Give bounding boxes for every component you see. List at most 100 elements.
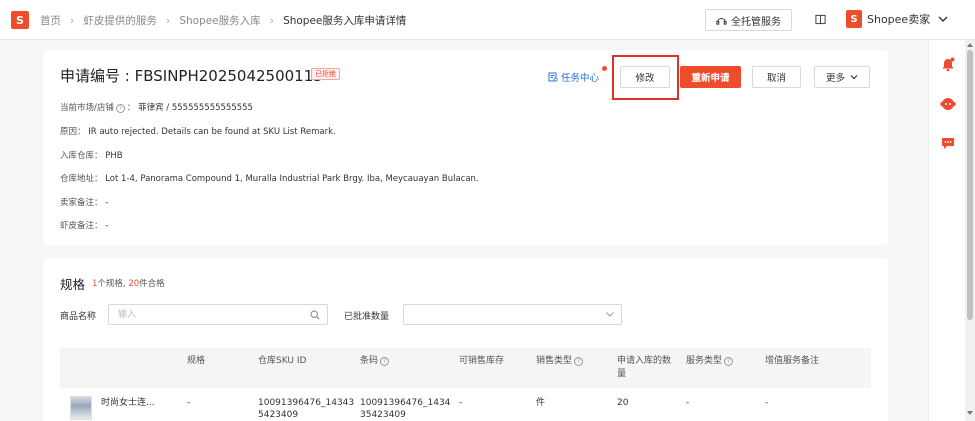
col-vas-note: 增值服务备注 xyxy=(765,356,820,366)
product-name-filter-label: 商品名称 xyxy=(60,312,97,322)
chevron-down-icon[interactable] xyxy=(606,312,614,317)
full-hosting-button[interactable]: 全托管服务 xyxy=(705,9,792,31)
reason-info: 原因： IR auto rejected. Details can be fou… xyxy=(60,125,336,137)
shopee-logo-icon[interactable]: S xyxy=(11,11,29,29)
seller-note-label: 卖家备注： xyxy=(60,198,103,208)
application-detail-card: 申请编号 : FBSINPH2025042500113 已拒绝 当前市场/店铺?… xyxy=(43,50,888,245)
task-center-label: 任务中心 xyxy=(561,73,600,84)
market-info: 当前市场/店铺?： 菲律宾 / 555555555555555 xyxy=(60,103,253,113)
col-inbound-qty-line1: 申请入库的数 xyxy=(617,356,672,366)
shopee-note-value: - xyxy=(105,221,109,231)
table-row: 时尚女士连... - 10091396476_14343 5423409 100… xyxy=(60,388,871,421)
warehouse-info: 入库仓库： PHB xyxy=(60,149,123,161)
cell-sellable-stock: - xyxy=(459,398,463,408)
product-name[interactable]: 时尚女士连... xyxy=(101,397,155,409)
chevron-down-icon[interactable] xyxy=(938,15,948,23)
seller-note-info: 卖家备注： - xyxy=(60,196,108,208)
col-service-type: 服务类型? xyxy=(686,355,735,368)
breadcrumb-inbound[interactable]: Shopee服务入库 xyxy=(179,13,260,28)
approved-qty-filter-label: 已批准数量 xyxy=(344,312,390,322)
cell-barcode-line1: 10091396476_1434 xyxy=(360,398,451,408)
more-label: 更多 xyxy=(825,73,845,84)
seller-account[interactable]: S Shopee卖家 xyxy=(846,10,930,28)
help-icon[interactable]: ? xyxy=(115,104,125,113)
col-warehouse-sku: 仓库SKU ID xyxy=(258,356,307,366)
col-sellable-stock: 可销售库存 xyxy=(459,356,505,366)
book-icon[interactable] xyxy=(815,14,826,25)
chat-icon[interactable] xyxy=(940,135,956,151)
task-center-link[interactable]: 任务中心 xyxy=(548,70,599,84)
spec-summary: 1个规格, 20件合格 xyxy=(92,277,165,289)
task-list-icon xyxy=(548,72,558,82)
cell-sales-type: 件 xyxy=(536,398,546,408)
breadcrumb: 首页 › 虾皮提供的服务 › Shopee服务入库 › Shopee服务入库申请… xyxy=(40,0,406,40)
col-barcode-label: 条码 xyxy=(360,356,379,366)
col-inbound-qty: 申请入库的数 量 xyxy=(617,355,671,381)
market-value: 菲律宾 / 555555555555555 xyxy=(138,103,253,113)
seller-logo-icon: S xyxy=(846,10,862,28)
spec-title: 规格 xyxy=(60,277,86,292)
col-barcode: 条码? xyxy=(360,355,391,368)
address-value: Lot 1-4, Panorama Compound 1, Muralla In… xyxy=(105,174,479,184)
cell-warehouse-sku-line2: 5423409 xyxy=(258,410,299,420)
help-icon[interactable]: ? xyxy=(724,357,734,366)
breadcrumb-services[interactable]: 虾皮提供的服务 xyxy=(83,13,157,28)
reapply-button[interactable]: 重新申请 xyxy=(680,66,741,88)
scroll-up-icon[interactable] xyxy=(967,43,973,47)
col-sales-type-label: 销售类型 xyxy=(536,356,573,366)
shopee-note-info: 虾皮备注： - xyxy=(60,219,108,231)
more-button[interactable]: 更多 xyxy=(814,66,870,88)
hosting-icon xyxy=(716,17,727,25)
breadcrumb-current: Shopee服务入库申请详情 xyxy=(283,14,407,27)
sku-count-text: 个规格, xyxy=(97,279,126,289)
cell-service-type: - xyxy=(686,398,690,408)
notification-dot xyxy=(602,66,607,71)
warehouse-value: PHB xyxy=(105,151,123,161)
cell-spec: - xyxy=(187,398,191,408)
reason-label: 原因： xyxy=(60,127,86,137)
spec-card: 规格 1个规格, 20件合格 商品名称 已批准数量 规格 仓库SKU ID 条码… xyxy=(43,258,888,421)
col-service-type-label: 服务类型 xyxy=(686,356,723,366)
support-bot-icon[interactable] xyxy=(940,96,956,112)
product-thumbnail[interactable] xyxy=(70,396,92,420)
scroll-thumb[interactable] xyxy=(967,50,973,320)
top-bar: S 首页 › 虾皮提供的服务 › Shopee服务入库 › Shopee服务入库… xyxy=(0,0,975,40)
full-hosting-label: 全托管服务 xyxy=(731,16,781,28)
bell-icon[interactable] xyxy=(940,56,956,72)
address-label: 仓库地址： xyxy=(60,174,103,184)
search-icon[interactable] xyxy=(310,310,320,320)
breadcrumb-home[interactable]: 首页 xyxy=(40,13,61,28)
table-header: 规格 仓库SKU ID 条码? 可销售库存 销售类型? 申请入库的数 量 服务类… xyxy=(60,348,871,388)
address-info: 仓库地址： Lot 1-4, Panorama Compound 1, Mura… xyxy=(60,172,479,184)
seller-label: Shopee卖家 xyxy=(867,13,931,26)
cancel-button[interactable]: 取消 xyxy=(752,66,801,88)
cell-warehouse-sku: 10091396476_14343 5423409 xyxy=(258,397,354,421)
market-label: 当前市场/店铺 xyxy=(60,103,114,113)
reason-value: IR auto rejected. Details can be found a… xyxy=(88,127,336,137)
product-name-input[interactable] xyxy=(108,304,328,325)
page-scrollbar[interactable] xyxy=(965,40,975,421)
cell-inbound-qty: 20 xyxy=(617,398,629,408)
warehouse-label: 入库仓库： xyxy=(60,151,103,161)
right-rail xyxy=(928,40,965,421)
shopee-note-label: 虾皮备注： xyxy=(60,221,103,231)
col-sales-type: 销售类型? xyxy=(536,355,585,368)
scroll-down-icon[interactable] xyxy=(967,411,973,415)
cell-warehouse-sku-line1: 10091396476_14343 xyxy=(258,398,355,408)
approved-qty-select[interactable] xyxy=(403,304,622,325)
chevron-down-icon xyxy=(850,75,858,80)
breadcrumb-separator-icon: › xyxy=(165,13,171,27)
qualified-count: 20 xyxy=(128,279,140,289)
cell-vas-note: - xyxy=(765,398,769,408)
modify-button[interactable]: 修改 xyxy=(620,66,670,88)
cell-barcode-line2: 35423409 xyxy=(360,410,406,420)
status-badge: 已拒绝 xyxy=(311,68,340,80)
page-title: 申请编号 : FBSINPH2025042500113 xyxy=(60,67,323,85)
qualified-count-text: 件合格 xyxy=(139,279,165,289)
cell-barcode: 10091396476_1434 35423409 xyxy=(360,397,450,421)
col-inbound-qty-line2: 量 xyxy=(617,369,627,379)
help-icon[interactable]: ? xyxy=(574,357,584,366)
help-icon[interactable]: ? xyxy=(380,357,390,366)
col-spec: 规格 xyxy=(187,356,206,366)
breadcrumb-separator-icon: › xyxy=(70,13,75,27)
